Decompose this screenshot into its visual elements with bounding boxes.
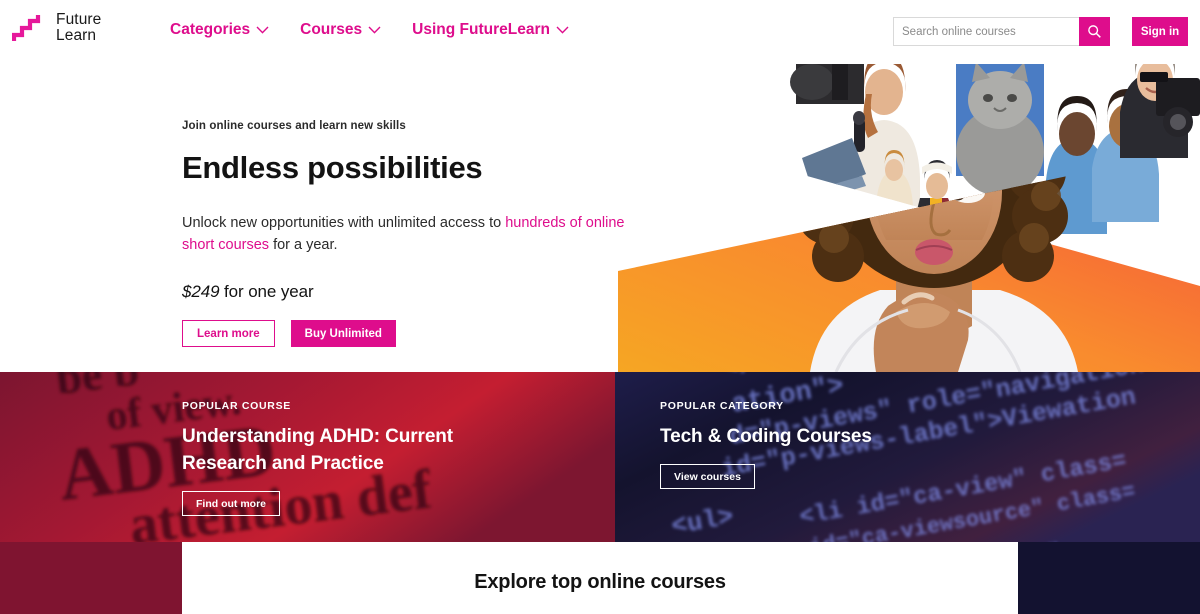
chevron-down-icon — [556, 26, 569, 34]
hero-artwork — [600, 56, 1200, 372]
logo-wordmark: Future Learn — [56, 10, 102, 45]
explore-right-gutter — [1018, 542, 1200, 614]
hero-section: Join online courses and learn new skills… — [0, 56, 1200, 372]
nav-label-using-futurelearn: Using FutureLearn — [412, 21, 550, 38]
promo-card-blue-content: POPULAR CATEGORY Tech & Coding Courses V… — [615, 372, 1200, 489]
hero-actions: Learn more Buy Unlimited — [182, 320, 672, 347]
staircase-logo-icon — [12, 15, 41, 41]
hero-gradient-shape — [618, 56, 1200, 372]
explore-title: Explore top online courses — [474, 571, 726, 593]
sign-in-button[interactable]: Sign in — [1132, 17, 1188, 46]
promo-cards: be b of view. ADHD attention def of t PO… — [0, 372, 1200, 542]
search-input[interactable] — [893, 17, 1079, 46]
futurelearn-homepage: Future Learn Categories Courses Using Fu… — [0, 0, 1200, 614]
promo-card-popular-course[interactable]: be b of view. ADHD attention def of t PO… — [0, 372, 615, 542]
nav-item-courses[interactable]: Courses — [300, 21, 381, 39]
explore-section: Explore top online courses — [182, 542, 1018, 614]
nav-item-using-futurelearn[interactable]: Using FutureLearn — [412, 21, 569, 39]
promo-card-popular-category[interactable]: </div> ation"> d="p-views" role="navigat… — [615, 372, 1200, 542]
buy-unlimited-button[interactable]: Buy Unlimited — [290, 320, 396, 347]
view-courses-button[interactable]: View courses — [660, 464, 755, 489]
hero-copy: Join online courses and learn new skills… — [182, 120, 672, 347]
hero-title: Endless possibilities — [182, 150, 483, 185]
hero-subtitle-post: for a year. — [269, 237, 338, 253]
nav-label-categories: Categories — [170, 21, 251, 38]
chevron-down-icon — [256, 26, 269, 34]
hero-subtitle: Unlock new opportunities with unlimited … — [182, 212, 657, 256]
hero-price-amount: $249 — [182, 282, 220, 301]
card-title-tech-coding: Tech & Coding Courses — [660, 426, 872, 447]
hero-price: $249 for one year — [182, 282, 672, 302]
explore-left-gutter — [0, 542, 182, 614]
nav-item-categories[interactable]: Categories — [170, 21, 269, 39]
main-navigation: Categories Courses Using FutureLearn — [170, 21, 569, 39]
site-header: Future Learn Categories Courses Using Fu… — [0, 0, 1200, 64]
card-eyebrow-popular-category: POPULAR CATEGORY — [660, 400, 784, 412]
logo-line-2: Learn — [56, 27, 97, 44]
promo-card-red-content: POPULAR COURSE Understanding ADHD: Curre… — [0, 372, 615, 516]
search-bar — [893, 17, 1110, 46]
learn-more-button[interactable]: Learn more — [182, 320, 275, 347]
search-submit-button[interactable] — [1079, 17, 1110, 46]
hero-eyebrow: Join online courses and learn new skills — [182, 120, 406, 132]
hero-price-suffix: for one year — [219, 282, 314, 301]
futurelearn-logo[interactable]: Future Learn — [12, 11, 101, 45]
logo-line-1: Future — [56, 10, 102, 28]
card-eyebrow-popular-course: POPULAR COURSE — [182, 400, 291, 412]
card-title-adhd: Understanding ADHD: Current Research and… — [182, 426, 454, 474]
search-icon — [1088, 25, 1101, 38]
chevron-down-icon — [368, 26, 381, 34]
find-out-more-button[interactable]: Find out more — [182, 491, 280, 516]
nav-label-courses: Courses — [300, 21, 363, 38]
hero-subtitle-pre: Unlock new opportunities with unlimited … — [182, 215, 506, 231]
